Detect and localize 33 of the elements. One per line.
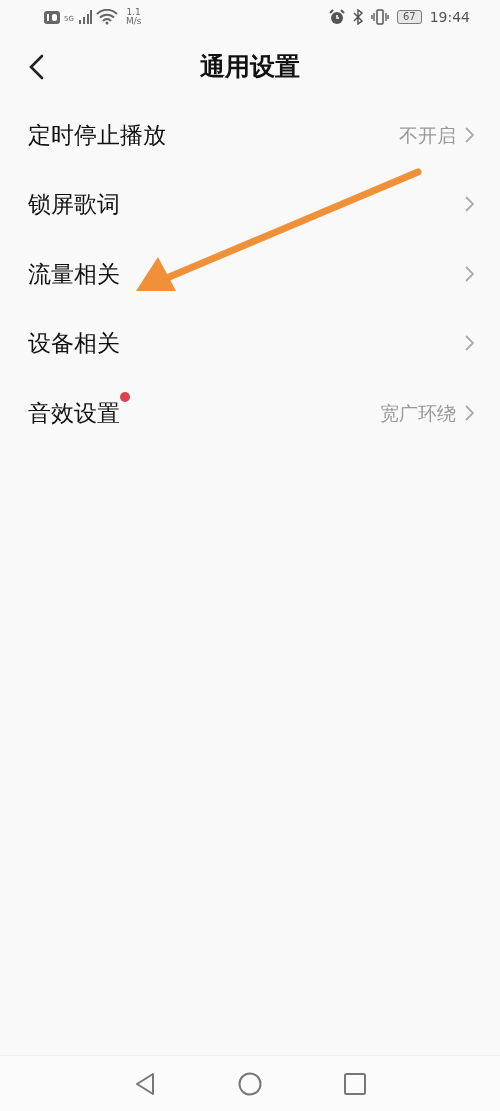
settings-row[interactable]: 音效设置 宽广环绕: [0, 378, 500, 448]
chevron-icon: [464, 334, 474, 353]
chevron-icon: [464, 264, 474, 283]
setting-value: 不开启: [399, 122, 456, 148]
bluetooth-icon: [352, 9, 363, 25]
alarm-icon: [328, 9, 345, 25]
back-button[interactable]: [28, 54, 44, 80]
setting-label: 定时停止播放: [28, 120, 166, 150]
setting-label: 流量相关: [28, 259, 120, 289]
wifi-icon: [95, 9, 118, 25]
clock: 19:44: [429, 7, 470, 27]
setting-value: 宽广环绕: [380, 400, 456, 426]
chevron-icon: [464, 125, 474, 144]
chevron-icon: [464, 195, 474, 214]
settings-row[interactable]: 设备相关: [0, 308, 500, 378]
vibrate-icon: [370, 9, 389, 25]
settings-row[interactable]: 定时停止播放 不开启: [0, 100, 500, 170]
settings-row[interactable]: 流量相关: [0, 239, 500, 309]
setting-label: 设备相关: [28, 329, 120, 358]
recents-nav-icon: [344, 1072, 366, 1095]
page-title: 通用设置: [200, 51, 300, 84]
back-nav-icon: [134, 1071, 156, 1096]
speed-unit: M/s: [125, 17, 142, 26]
settings-row[interactable]: 锁屏歌词: [0, 169, 500, 239]
home-nav-icon: [238, 1071, 262, 1096]
speed-value: 1.1: [125, 8, 142, 17]
hd-icon: [44, 10, 60, 24]
setting-label: 锁屏歌词: [28, 190, 120, 219]
battery-level: 67: [396, 10, 422, 24]
chevron-icon: [464, 403, 474, 422]
signal-icon: [77, 10, 92, 24]
back-icon: [28, 54, 44, 80]
setting-label: 音效设置: [28, 399, 120, 426]
